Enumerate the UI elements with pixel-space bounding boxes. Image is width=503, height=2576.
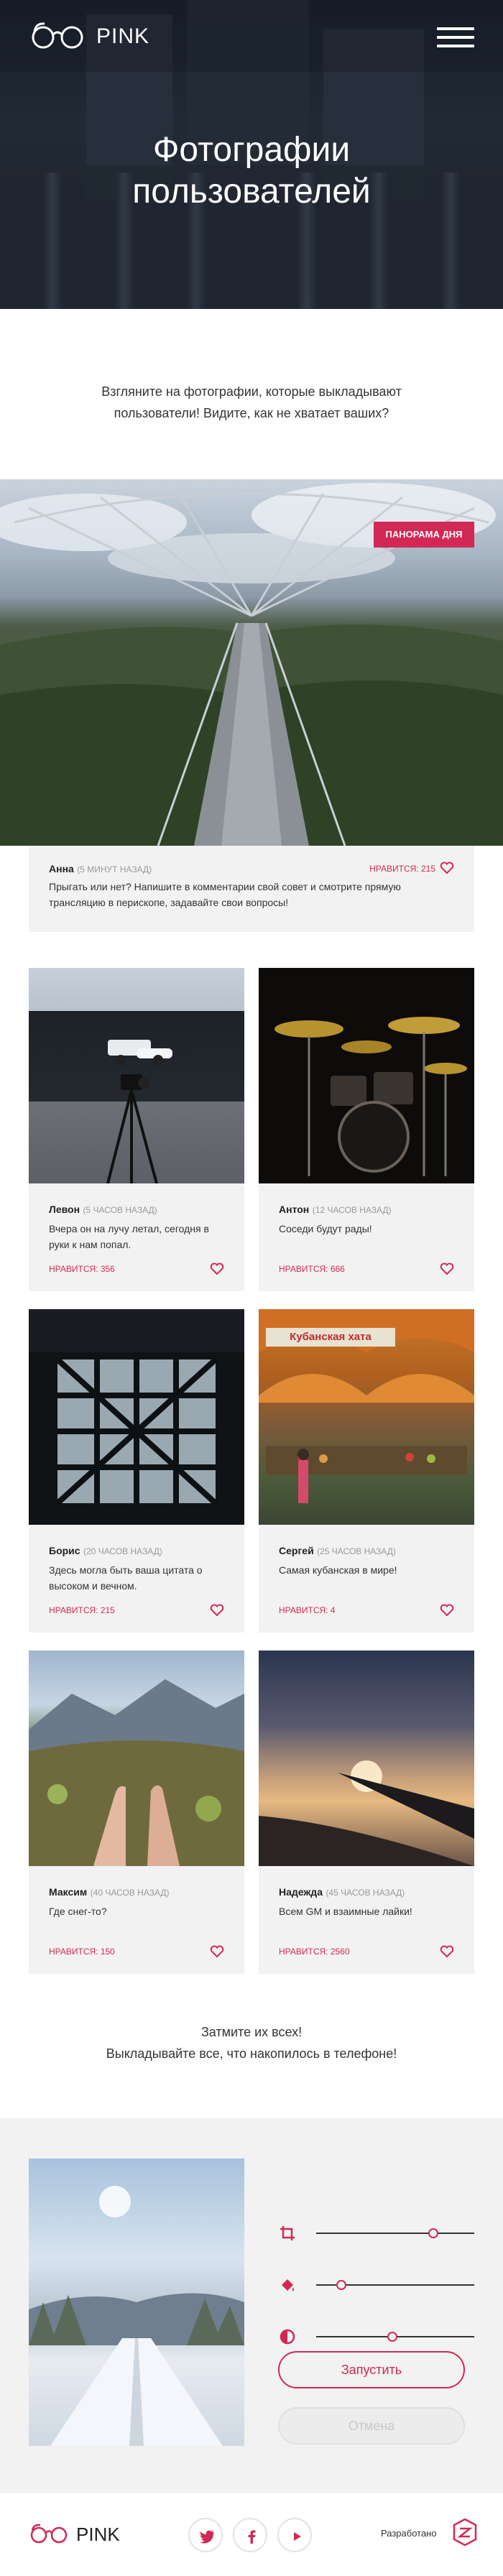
post-time: (20 часов назад): [83, 1546, 162, 1556]
page-title: Фотографии пользователей: [132, 131, 371, 211]
footer-logo-glasses-icon[interactable]: [29, 2523, 72, 2544]
card-meta: Надежда (45 часов назад): [279, 1886, 458, 1899]
post-time: (5 часов назад): [83, 1205, 157, 1215]
card-photo[interactable]: [259, 1651, 474, 1866]
author-name: Максим: [49, 1886, 88, 1898]
crop-slider-knob[interactable]: [428, 2228, 438, 2238]
card-photo[interactable]: [29, 1309, 244, 1525]
post-caption: Всем GM и взаимные лайки!: [279, 1906, 412, 1917]
cancel-button[interactable]: Отмена: [278, 2407, 465, 2445]
facebook-icon[interactable]: [233, 2518, 267, 2552]
author-name: Надежда: [279, 1886, 323, 1898]
contrast-icon[interactable]: [279, 2328, 296, 2345]
camera-tripod-illustration: [106, 1040, 172, 1183]
post-time: (12 часов назад): [312, 1205, 392, 1215]
menu-line: [437, 27, 474, 30]
intro-text: Взгляните на фотографии, которые выклады…: [101, 384, 402, 420]
card-meta: Сергей (25 часов назад): [279, 1545, 458, 1558]
card-footer: Максим (40 часов назад) Где снег-то? Нра…: [29, 1866, 244, 1974]
card-footer: Левон (5 часов назад) Вчера он на лучу л…: [29, 1183, 244, 1291]
post-time: (45 часов назад): [326, 1888, 405, 1898]
cta-text: Затмите их всех! Выкладывайте все, что н…: [72, 2021, 431, 2064]
likes-count: Нравится: 4: [279, 1605, 336, 1615]
post-caption: Вчера он на лучу летал, сегодня в руки к…: [49, 1223, 209, 1250]
crop-icon[interactable]: [279, 2225, 296, 2242]
footer-logo-text[interactable]: PINK: [76, 2524, 120, 2546]
cta-line: Выкладывайте все, что накопилось в телеф…: [106, 2046, 397, 2061]
editor-preview-photo[interactable]: [29, 2159, 244, 2446]
photo-card: Левон (5 часов назад) Вчера он на лучу л…: [29, 968, 244, 1291]
developer-logo-icon[interactable]: [453, 2518, 477, 2547]
crop-slider-track[interactable]: [316, 2233, 474, 2234]
menu-line: [437, 45, 474, 47]
card-meta: Левон (5 часов назад): [49, 1204, 229, 1217]
photo-card: Борис (20 часов назад) Здесь могла быть …: [29, 1309, 244, 1633]
heart-icon[interactable]: [440, 1945, 454, 1958]
store-sign: Кубанская хата: [266, 1328, 395, 1347]
youtube-icon[interactable]: [277, 2518, 312, 2552]
card-photo[interactable]: [259, 968, 474, 1183]
logo-text[interactable]: PINK: [96, 24, 149, 49]
cta-line: Затмите их всех!: [200, 2025, 303, 2039]
post-time: (40 часов назад): [90, 1888, 170, 1898]
photo-card: Максим (40 часов назад) Где снег-то? Нра…: [29, 1651, 244, 1974]
likes-count: Нравится: 215: [369, 864, 435, 874]
panorama-meta: Анна (5 минут назад): [49, 863, 152, 876]
likes-count: Нравится: 2560: [279, 1947, 350, 1957]
apply-button[interactable]: Запустить: [278, 2351, 465, 2388]
author-name: Сергей: [279, 1545, 314, 1556]
card-footer: Борис (20 часов назад) Здесь могла быть …: [29, 1525, 244, 1633]
author-name: Борис: [49, 1545, 80, 1556]
heart-icon[interactable]: [210, 1604, 224, 1617]
card-footer: Надежда (45 часов назад) Всем GM и взаим…: [259, 1866, 474, 1974]
card-photo[interactable]: Кубанская хата: [259, 1309, 474, 1525]
author-name: Левон: [49, 1204, 80, 1215]
post-caption: Здесь могла быть ваша цитата о высоком и…: [49, 1564, 203, 1592]
airplane-wing-illustration: [259, 1760, 474, 1866]
likes-count: Нравится: 215: [49, 1605, 115, 1615]
contrast-slider-knob[interactable]: [387, 2332, 397, 2342]
photo-card: Антон (12 часов назад) Соседи будут рады…: [259, 968, 474, 1291]
likes-count: Нравится: 150: [49, 1947, 115, 1957]
card-meta: Борис (20 часов назад): [49, 1545, 229, 1558]
post-caption: Прыгать или нет? Напишите в комментарии …: [49, 881, 401, 908]
menu-line: [437, 36, 474, 39]
legs-mountain-illustration: [29, 1679, 244, 1866]
fill-icon[interactable]: [279, 2276, 296, 2294]
snowy-road-illustration: [29, 2186, 244, 2446]
card-footer: Сергей (25 часов назад) Самая кубанская …: [259, 1525, 474, 1633]
author-name: Анна: [49, 863, 74, 874]
post-caption: Самая кубанская в мире!: [279, 1564, 397, 1576]
post-time: (25 часов назад): [317, 1546, 396, 1556]
card-meta: Антон (12 часов назад): [279, 1204, 458, 1217]
photo-card: Надежда (45 часов назад) Всем GM и взаим…: [259, 1651, 474, 1974]
heart-icon[interactable]: [440, 1262, 454, 1275]
developer-label: Разработано: [381, 2528, 437, 2539]
likes-count: Нравится: 356: [49, 1264, 115, 1274]
post-caption: Соседи будут рады!: [279, 1223, 372, 1234]
author-name: Антон: [279, 1204, 310, 1215]
logo-glasses-icon[interactable]: [29, 22, 93, 50]
panorama-badge: Панорама дня: [374, 522, 474, 548]
heart-icon[interactable]: [440, 1604, 454, 1617]
heart-icon[interactable]: [440, 862, 454, 874]
card-footer: Антон (12 часов назад) Соседи будут рады…: [259, 1183, 474, 1291]
hamburger-icon[interactable]: [437, 27, 474, 47]
card-photo[interactable]: [29, 1651, 244, 1866]
twitter-icon[interactable]: [188, 2518, 223, 2552]
post-time: (5 минут назад): [77, 864, 152, 874]
heart-icon[interactable]: [210, 1945, 224, 1958]
heart-icon[interactable]: [210, 1262, 224, 1275]
window-frame-illustration: [29, 1309, 244, 1505]
card-meta: Максим (40 часов назад): [49, 1886, 229, 1899]
post-caption: Где снег-то?: [49, 1906, 107, 1917]
drum-kit-illustration: [274, 1017, 467, 1176]
card-photo[interactable]: [29, 968, 244, 1183]
likes-count: Нравится: 666: [279, 1264, 345, 1274]
panorama-card-footer: Анна (5 минут назад) Нравится: 215 Прыга…: [29, 846, 474, 932]
photo-card: Кубанская хата Сергей (25 часов назад) С…: [259, 1309, 474, 1633]
